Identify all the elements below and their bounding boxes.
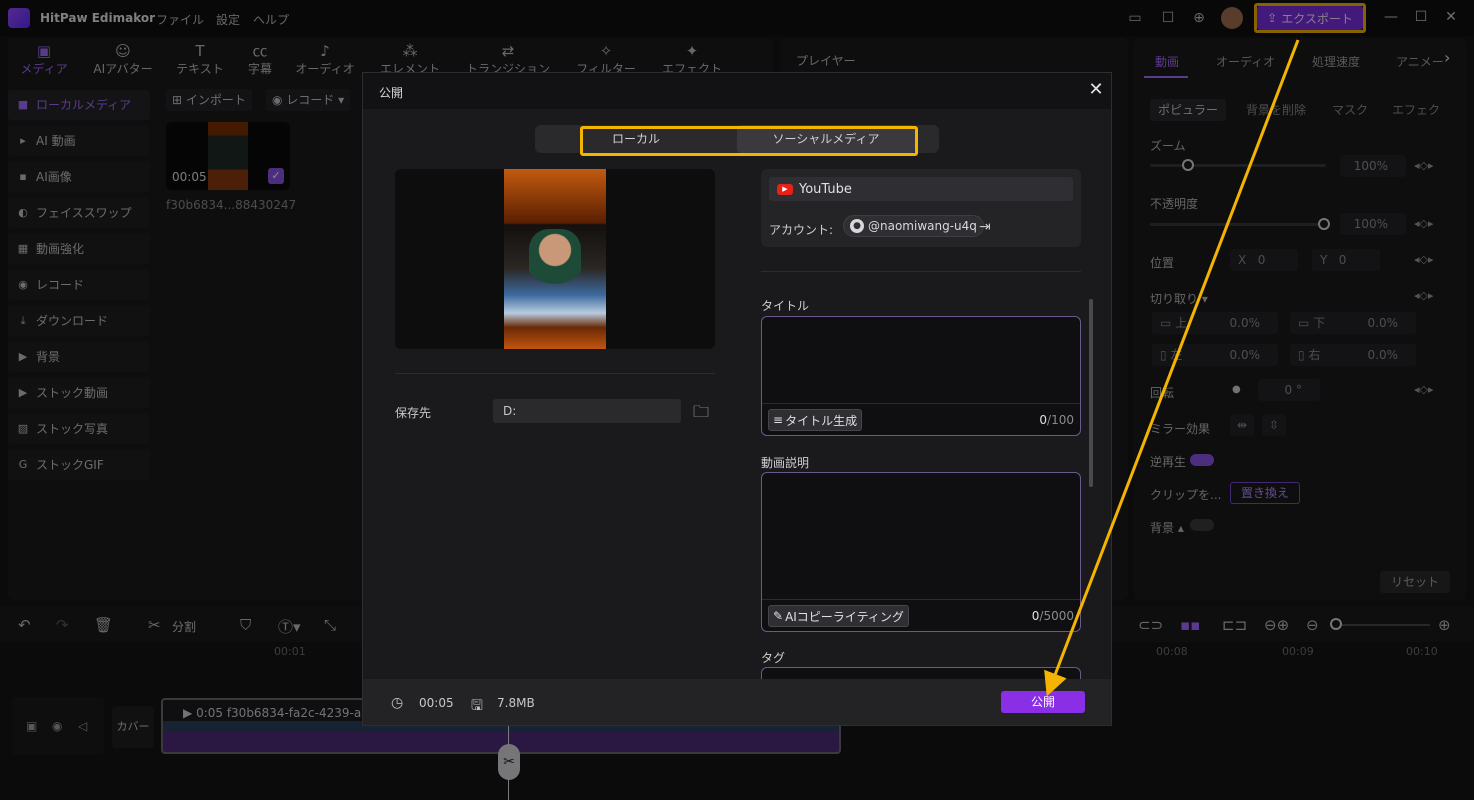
account-name: @naomiwang-u4q <box>868 219 977 233</box>
title-input[interactable]: ≡ タイトル生成 0/100 <box>761 316 1081 436</box>
file-size-icon: 🖫 <box>471 698 483 714</box>
publish-button[interactable]: 公開 <box>1001 691 1085 713</box>
account-label: アカウント: <box>769 223 834 237</box>
save-location-label: 保存先 <box>395 406 432 420</box>
dialog-title: 公開 <box>379 86 404 100</box>
export-size: 7.8MB <box>497 696 535 710</box>
tag-input[interactable] <box>761 667 1081 679</box>
account-chip[interactable]: ● @naomiwang-u4q <box>843 215 984 237</box>
divider <box>761 271 1081 272</box>
description-input-footer: ✎ AIコピーライティング 0/5000 <box>762 599 1080 631</box>
dialog-scrollbar[interactable] <box>1089 299 1093 487</box>
dialog-footer: ◷ 00:05 🖫 7.8MB 公開 <box>363 679 1111 725</box>
description-label: 動画説明 <box>761 456 810 470</box>
folder-icon[interactable]: 🗀 <box>693 401 709 428</box>
dialog-header: 公開 ✕ <box>363 73 1111 109</box>
platform-name: YouTube <box>799 181 852 197</box>
export-duration: 00:05 <box>419 696 454 710</box>
save-path-input[interactable]: D: <box>493 399 681 423</box>
title-input-footer: ≡ タイトル生成 0/100 <box>762 403 1080 435</box>
ai-copywriting-button[interactable]: ✎ AIコピーライティング <box>768 605 909 627</box>
magic-list-icon: ≡ <box>773 413 784 427</box>
title-counter: 0/100 <box>1039 413 1074 427</box>
generate-title-button[interactable]: ≡ タイトル生成 <box>768 409 863 431</box>
magic-wand-icon: ✎ <box>773 609 784 623</box>
tag-label: タグ <box>761 651 786 665</box>
user-icon: ● <box>850 219 864 233</box>
title-label: タイトル <box>761 299 810 313</box>
platform-select[interactable]: ▶ YouTube <box>769 177 1073 201</box>
close-icon[interactable]: ✕ <box>1085 79 1107 101</box>
logout-icon[interactable]: ⇥ <box>979 219 991 235</box>
divider <box>395 373 715 374</box>
video-preview <box>395 169 715 349</box>
platform-box: ▶ YouTube アカウント: ● @naomiwang-u4q ⇥ <box>761 169 1081 247</box>
clock-icon: ◷ <box>391 695 404 711</box>
youtube-icon: ▶ <box>777 183 793 195</box>
mode-highlight-box <box>580 126 918 156</box>
preview-figure <box>529 229 581 299</box>
description-counter: 0/5000 <box>1031 609 1074 623</box>
publish-dialog: 公開 ✕ ローカル ソーシャルメディア 保存先 D: 🗀 ▶ YouTube ア… <box>362 72 1112 726</box>
description-input[interactable]: ✎ AIコピーライティング 0/5000 <box>761 472 1081 632</box>
